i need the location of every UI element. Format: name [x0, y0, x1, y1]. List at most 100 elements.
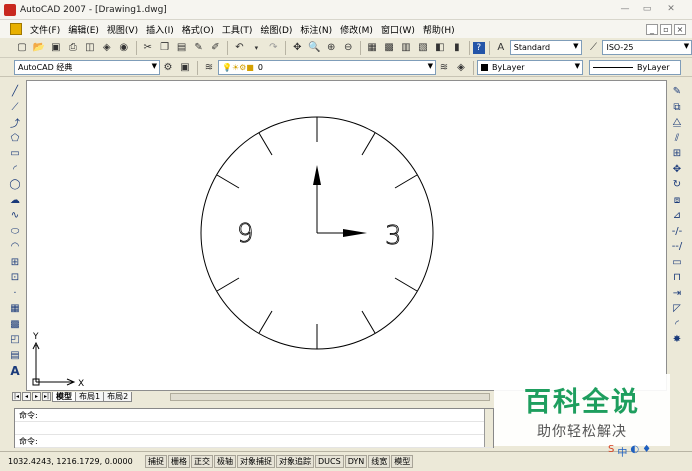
- dim-style-select[interactable]: ISO-25 ▼: [602, 40, 692, 55]
- trim-icon[interactable]: -/-: [670, 224, 684, 240]
- otrack-toggle[interactable]: 对象追踪: [276, 455, 314, 468]
- new-icon[interactable]: ▢: [14, 40, 30, 56]
- workspace-select[interactable]: AutoCAD 经典 ▼: [14, 60, 160, 75]
- command-scrollbar[interactable]: [484, 409, 493, 447]
- copy-icon[interactable]: ❐: [157, 40, 173, 56]
- gradient-icon[interactable]: ▩: [8, 317, 22, 333]
- design-center-icon[interactable]: ▩: [381, 40, 397, 56]
- rectangle-icon[interactable]: ▭: [8, 146, 22, 162]
- stretch-icon[interactable]: ⊿: [670, 208, 684, 224]
- menu-dimension[interactable]: 标注(N): [296, 23, 336, 36]
- save-icon[interactable]: ▣: [48, 40, 64, 56]
- close-button[interactable]: ✕: [662, 3, 680, 16]
- ellipse-icon[interactable]: ⬭: [8, 224, 22, 240]
- layer-previous-icon[interactable]: ◈: [453, 60, 469, 76]
- menu-draw[interactable]: 绘图(D): [256, 23, 296, 36]
- text-style-select[interactable]: Standard ▼: [509, 40, 582, 55]
- chamfer-icon[interactable]: ◸: [670, 301, 684, 317]
- doc-restore-button[interactable]: ▫: [660, 24, 672, 35]
- menu-modify[interactable]: 修改(M): [336, 23, 377, 36]
- menu-help[interactable]: 帮助(H): [419, 23, 459, 36]
- undo-dropdown-icon[interactable]: ▾: [248, 40, 264, 56]
- open-icon[interactable]: 📂: [31, 40, 47, 56]
- move-icon[interactable]: ✥: [670, 162, 684, 178]
- tab-layout2[interactable]: 布局2: [103, 391, 133, 402]
- menu-insert[interactable]: 插入(I): [142, 23, 178, 36]
- explode-icon[interactable]: ✸: [670, 332, 684, 348]
- insert-block-icon[interactable]: ⊞: [8, 255, 22, 271]
- match-properties-icon[interactable]: ✎: [191, 40, 207, 56]
- menu-view[interactable]: 视图(V): [103, 23, 142, 36]
- maximize-button[interactable]: ▭: [638, 3, 656, 16]
- ime-mic-icon[interactable]: ♦: [642, 444, 651, 459]
- workspace-save-icon[interactable]: ▣: [177, 60, 193, 76]
- ellipse-arc-icon[interactable]: ◠: [8, 239, 22, 255]
- color-select[interactable]: ByLayer ▼: [477, 60, 583, 75]
- redo-icon[interactable]: ↷: [265, 40, 281, 56]
- tool-palettes-icon[interactable]: ▥: [398, 40, 414, 56]
- ime-logo-icon[interactable]: S: [608, 444, 614, 459]
- help-icon[interactable]: ?: [472, 41, 485, 54]
- properties-icon[interactable]: ▦: [364, 40, 380, 56]
- fillet-icon[interactable]: ◜: [670, 317, 684, 333]
- doc-minimize-button[interactable]: _: [646, 24, 658, 35]
- grid-toggle[interactable]: 栅格: [168, 455, 190, 468]
- autocad-app-icon[interactable]: [4, 3, 16, 16]
- print-icon[interactable]: ⎙: [65, 40, 81, 56]
- sheet-set-icon[interactable]: ▧: [415, 40, 431, 56]
- command-window[interactable]: 命令: 命令:: [14, 408, 494, 448]
- polyline-icon[interactable]: ⤴: [8, 115, 22, 131]
- tab-layout1[interactable]: 布局1: [75, 391, 105, 402]
- ime-lang-indicator[interactable]: 中: [617, 444, 627, 459]
- spline-icon[interactable]: ∿: [8, 208, 22, 224]
- dyn-toggle[interactable]: DYN: [344, 455, 368, 468]
- menu-tools[interactable]: 工具(T): [218, 23, 257, 36]
- make-block-icon[interactable]: ⊡: [8, 270, 22, 286]
- text-style-icon[interactable]: A: [493, 40, 509, 56]
- menu-edit[interactable]: 编辑(E): [64, 23, 103, 36]
- block-editor-icon[interactable]: ✐: [207, 40, 223, 56]
- tab-model[interactable]: 模型: [52, 391, 76, 402]
- layer-manager-icon[interactable]: ≋: [201, 60, 217, 76]
- markup-icon[interactable]: ◧: [432, 40, 448, 56]
- region-icon[interactable]: ◰: [8, 332, 22, 348]
- copy-object-icon[interactable]: ⧉: [670, 100, 684, 116]
- minimize-button[interactable]: —: [616, 3, 634, 16]
- table-icon[interactable]: ▤: [8, 348, 22, 364]
- menu-format[interactable]: 格式(O): [178, 23, 218, 36]
- make-object-layer-current-icon[interactable]: ≋: [436, 60, 452, 76]
- construction-line-icon[interactable]: ⟋: [8, 100, 22, 116]
- polar-toggle[interactable]: 极轴: [214, 455, 236, 468]
- prev-tab-button[interactable]: ◂: [22, 392, 31, 401]
- linetype-select[interactable]: ByLayer: [589, 60, 681, 75]
- horizontal-scrollbar[interactable]: [170, 393, 490, 401]
- point-icon[interactable]: ·: [8, 286, 22, 302]
- mirror-icon[interactable]: ⧋: [670, 115, 684, 131]
- doc-close-button[interactable]: ×: [674, 24, 686, 35]
- command-prompt[interactable]: 命令:: [15, 435, 493, 448]
- erase-icon[interactable]: ✎: [670, 84, 684, 100]
- scale-icon[interactable]: ⧈: [670, 193, 684, 209]
- publish-icon[interactable]: ◈: [99, 40, 115, 56]
- extend-icon[interactable]: --/: [670, 239, 684, 255]
- workspace-settings-icon[interactable]: ⚙: [160, 60, 176, 76]
- layer-select[interactable]: 💡☀⚙■ 0 ▼: [218, 60, 436, 75]
- menu-file[interactable]: 文件(F): [26, 23, 64, 36]
- join-icon[interactable]: ⇥: [670, 286, 684, 302]
- hatch-icon[interactable]: ▦: [8, 301, 22, 317]
- undo-icon[interactable]: ↶: [231, 40, 247, 56]
- circle-icon[interactable]: ◯: [8, 177, 22, 193]
- break-icon[interactable]: ⊓: [670, 270, 684, 286]
- ortho-toggle[interactable]: 正交: [191, 455, 213, 468]
- last-tab-button[interactable]: ▸|: [42, 392, 51, 401]
- line-tool-icon[interactable]: ╱: [8, 84, 22, 100]
- offset-icon[interactable]: ⫽: [670, 131, 684, 147]
- paste-icon[interactable]: ▤: [174, 40, 190, 56]
- ime-moon-icon[interactable]: ◐: [630, 444, 639, 459]
- zoom-previous-icon[interactable]: ⊖: [340, 40, 356, 56]
- lineweight-toggle[interactable]: 线宽: [368, 455, 391, 468]
- 3d-dwf-icon[interactable]: ◉: [116, 40, 132, 56]
- model-toggle[interactable]: 模型: [391, 455, 414, 468]
- snap-toggle[interactable]: 捕捉: [145, 455, 167, 468]
- print-preview-icon[interactable]: ◫: [82, 40, 98, 56]
